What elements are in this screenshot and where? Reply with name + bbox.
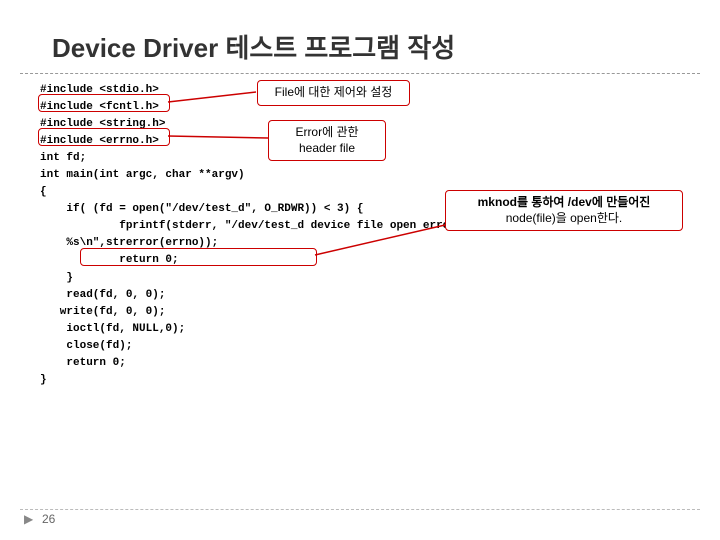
divider — [20, 509, 700, 510]
page-number: 26 — [42, 512, 55, 526]
code-line: ioctl(fd, NULL,0); — [40, 321, 680, 338]
callout-text: File에 대한 제어와 설정 — [275, 85, 393, 99]
code-line: } — [40, 372, 680, 389]
code-line: return 0; — [40, 252, 680, 269]
page-title: Device Driver 테스트 프로그램 작성 — [20, 0, 700, 74]
arrow-icon: ▶ — [24, 512, 33, 526]
callout-text: Error에 관한 — [277, 125, 377, 141]
callout-file: File에 대한 제어와 설정 — [257, 80, 410, 106]
callout-error: Error에 관한 header file — [268, 120, 386, 161]
callout-text: node(file)을 open한다. — [454, 211, 674, 227]
code-line: int main(int argc, char **argv) — [40, 167, 680, 184]
code-line: %s\n",strerror(errno)); — [40, 235, 680, 252]
callout-text: header file — [277, 141, 377, 157]
callout-mknod: mknod를 통하여 /dev에 만들어진 node(file)을 open한다… — [445, 190, 683, 231]
code-line: write(fd, 0, 0); — [40, 304, 680, 321]
code-line: read(fd, 0, 0); — [40, 287, 680, 304]
callout-text: mknod를 통하여 /dev에 만들어진 — [478, 195, 651, 209]
code-line: return 0; — [40, 355, 680, 372]
code-line: } — [40, 270, 680, 287]
code-line: close(fd); — [40, 338, 680, 355]
